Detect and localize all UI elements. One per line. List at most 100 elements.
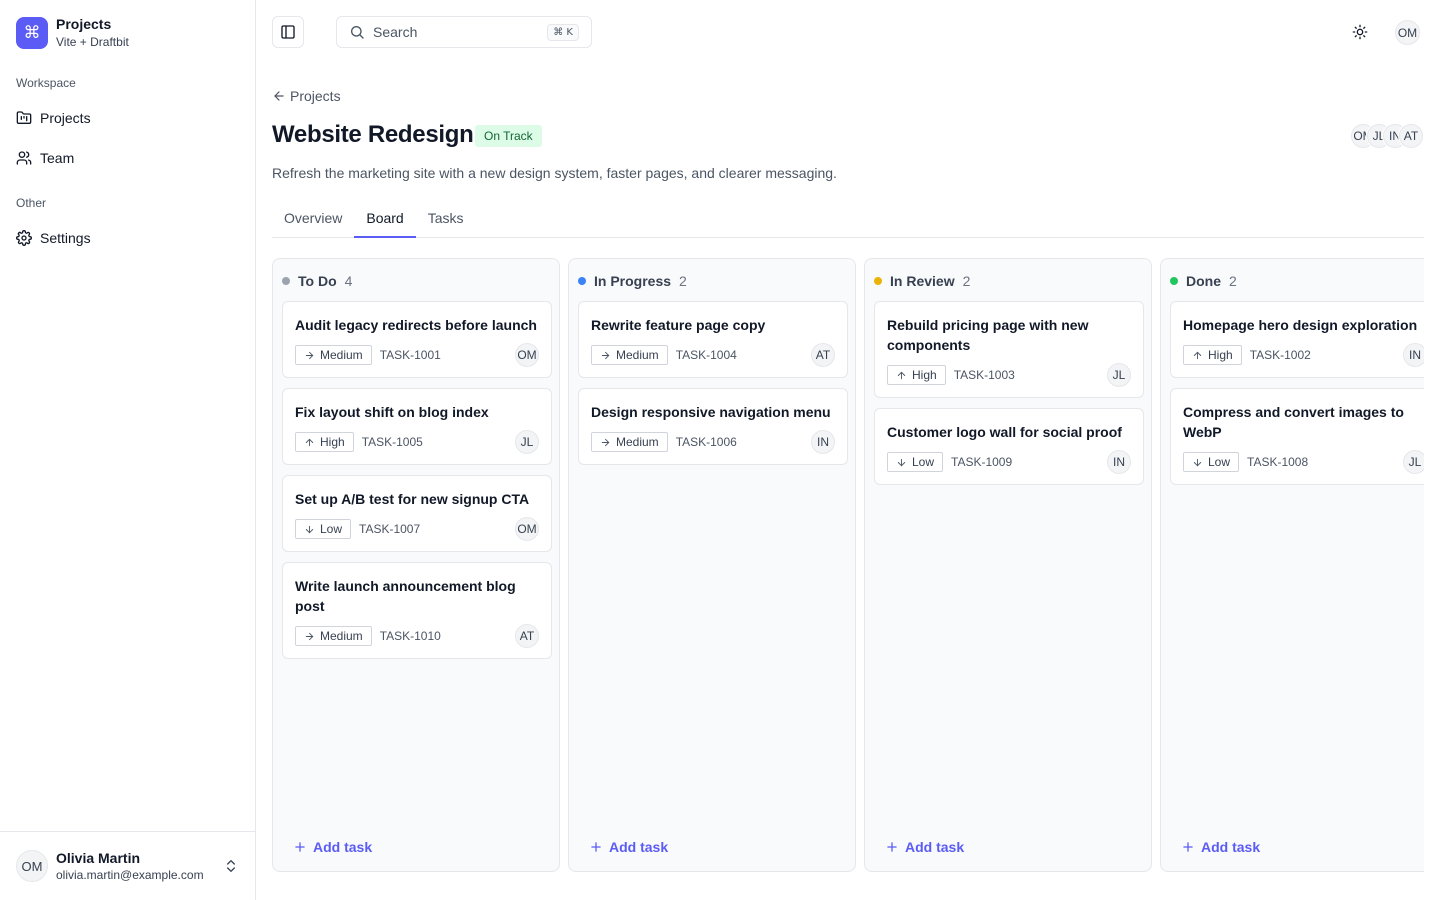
tab-board[interactable]: Board: [354, 200, 416, 238]
sidebar-item-label: Projects: [40, 110, 91, 126]
arrow-right-icon: [601, 351, 610, 359]
task-title: Write launch announcement blog post: [295, 578, 516, 614]
brand[interactable]: ⌘ Projects Vite + Draftbit: [16, 16, 129, 50]
priority-label: Medium: [320, 348, 363, 362]
task-id: TASK-1006: [675, 435, 737, 449]
arrow-right-icon: [305, 351, 314, 359]
task-meta: High TASK-1002 IN: [1183, 343, 1424, 367]
task-id: TASK-1009: [951, 455, 1013, 469]
priority-badge: Medium: [295, 626, 372, 646]
priority-label: Low: [1208, 455, 1231, 469]
add-task-button[interactable]: Add task: [293, 839, 372, 855]
add-task-button[interactable]: Add task: [589, 839, 668, 855]
task-card[interactable]: Compress and convert images to WebP Low TA…: [1170, 388, 1424, 485]
column-title: Done: [1186, 273, 1221, 289]
add-task-label: Add task: [313, 839, 373, 855]
arrow-right-icon: [305, 632, 314, 640]
panel-left-icon: [281, 25, 295, 39]
sidebar-item-label: Settings: [40, 230, 91, 246]
priority-badge: High: [295, 432, 354, 452]
task-meta: Low TASK-1009 IN: [887, 450, 1131, 474]
add-task-label: Add task: [905, 839, 965, 855]
task-card[interactable]: Rebuild pricing page with new components…: [874, 301, 1144, 398]
board-column: In Progress 2 Rewrite feature page copy Med…: [568, 258, 856, 872]
column-count: 4: [344, 273, 353, 289]
theme-toggle-button[interactable]: [1344, 16, 1376, 48]
add-task-button[interactable]: Add task: [885, 839, 964, 855]
task-card[interactable]: Audit legacy redirects before launch Medi…: [282, 301, 552, 378]
avatar: AT: [515, 624, 539, 648]
avatar: JL: [1403, 450, 1424, 474]
priority-label: Medium: [616, 435, 659, 449]
board-column: In Review 2 Rebuild pricing page with new …: [864, 258, 1152, 872]
task-meta: Medium TASK-1001 OM: [295, 343, 539, 367]
arrow-up-icon: [305, 438, 314, 446]
tab-bar: Overview Board Tasks: [272, 200, 1424, 238]
sidebar-item-team[interactable]: Team: [8, 142, 248, 174]
add-task-label: Add task: [1201, 839, 1261, 855]
tab-tasks[interactable]: Tasks: [416, 200, 476, 238]
priority-label: High: [1208, 348, 1233, 362]
arrow-down-icon: [897, 458, 906, 466]
task-meta: High TASK-1003 JL: [887, 363, 1131, 387]
status-dot: [282, 277, 290, 285]
column-header: In Review 2: [874, 273, 970, 289]
avatar: IN: [811, 430, 835, 454]
breadcrumb[interactable]: Projects: [272, 88, 341, 104]
member-avatars[interactable]: OM JL IN AT: [1351, 124, 1423, 148]
column-header: In Progress 2: [578, 273, 687, 289]
priority-badge: Medium: [591, 345, 668, 365]
priority-badge: High: [1183, 345, 1242, 365]
arrow-left-icon: [274, 91, 284, 101]
priority-badge: Medium: [295, 345, 372, 365]
avatar: OM: [515, 343, 539, 367]
task-card[interactable]: Homepage hero design exploration High TASK…: [1170, 301, 1424, 378]
brand-name: Projects: [56, 16, 112, 32]
priority-badge: Medium: [591, 432, 668, 452]
nav-group-label-other: Other: [16, 196, 47, 210]
status-dot: [578, 277, 586, 285]
tab-overview[interactable]: Overview: [272, 200, 354, 238]
chevrons-up-down-icon: [227, 860, 235, 872]
search-input[interactable]: Search ⌘ K: [336, 16, 592, 48]
folder-kanban-icon: [16, 111, 32, 124]
task-meta: Low TASK-1007 OM: [295, 517, 539, 541]
user-email: olivia.martin@example.com: [56, 867, 204, 882]
avatar[interactable]: OM: [1395, 20, 1420, 45]
task-meta: Medium TASK-1010 AT: [295, 624, 539, 648]
sidebar-item-settings[interactable]: Settings: [8, 222, 248, 254]
priority-badge: High: [887, 365, 946, 385]
task-card[interactable]: Design responsive navigation menu Medium T…: [578, 388, 848, 465]
avatar: AT: [811, 343, 835, 367]
sidebar-item-label: Team: [40, 150, 75, 166]
sidebar-item-projects[interactable]: Projects: [8, 102, 248, 134]
task-id: TASK-1007: [359, 522, 421, 536]
task-meta: Medium TASK-1006 IN: [591, 430, 835, 454]
task-card[interactable]: Set up A/B test for new signup CTA Low TAS…: [282, 475, 552, 552]
command-icon: ⌘: [16, 17, 48, 49]
user-menu[interactable]: OM Olivia Martin olivia.martin@example.c…: [0, 831, 255, 900]
task-title: Design responsive navigation menu: [591, 404, 831, 420]
priority-badge: Low: [1183, 452, 1240, 472]
avatar: IN: [1403, 343, 1424, 367]
task-card[interactable]: Fix layout shift on blog index High TASK-1…: [282, 388, 552, 465]
project-description: Refresh the marketing site with a new de…: [272, 165, 837, 181]
task-card[interactable]: Customer logo wall for social proof Low TA…: [874, 408, 1144, 485]
kanban-board: To Do 4 Audit legacy redirects before laun…: [272, 258, 1424, 872]
arrow-down-icon: [1193, 458, 1202, 466]
board-column: Done 2 Homepage hero design exploration Hig…: [1160, 258, 1424, 872]
sidebar-toggle-button[interactable]: [272, 16, 304, 48]
priority-badge: Low: [887, 452, 944, 472]
column-count: 2: [679, 273, 687, 289]
avatar: JL: [515, 430, 539, 454]
plus-icon: [887, 842, 897, 852]
breadcrumb-label: Projects: [290, 88, 341, 104]
column-header: Done 2: [1170, 273, 1237, 289]
task-title: Homepage hero design exploration: [1183, 317, 1418, 333]
task-id: TASK-1003: [953, 368, 1015, 382]
arrow-down-icon: [305, 525, 314, 533]
status-dot: [874, 277, 882, 285]
task-card[interactable]: Write launch announcement blog post Mediu…: [282, 562, 552, 659]
add-task-button[interactable]: Add task: [1181, 839, 1260, 855]
task-card[interactable]: Rewrite feature page copy Medium TASK-1004…: [578, 301, 848, 378]
